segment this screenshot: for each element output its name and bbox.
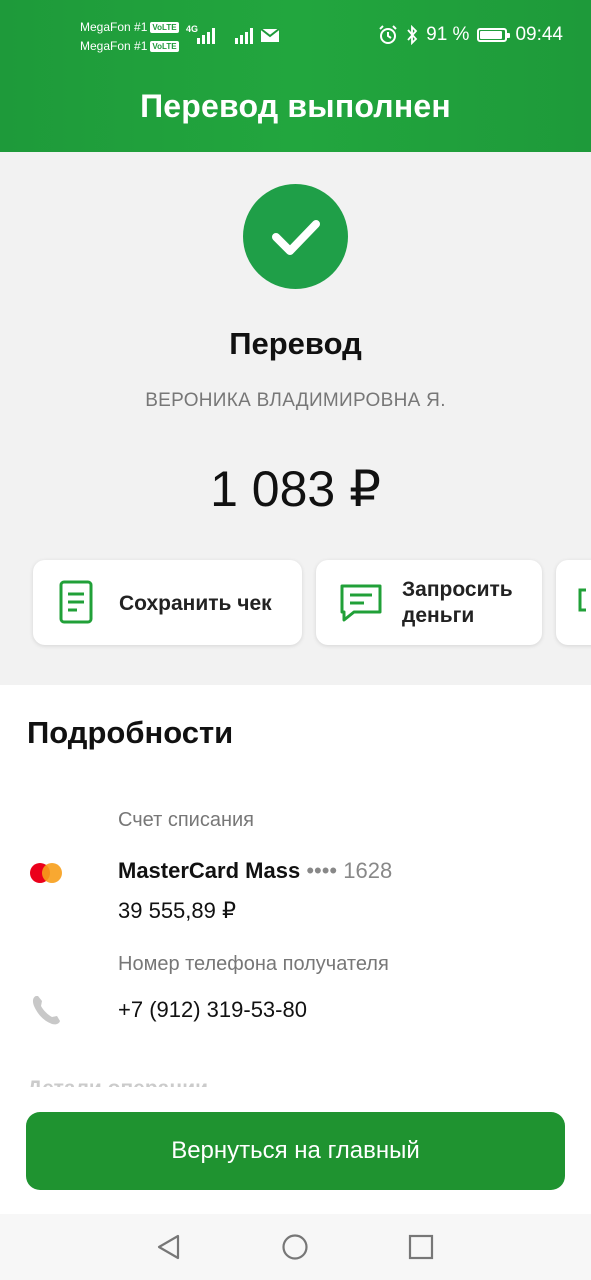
signal-icon <box>197 28 215 44</box>
save-receipt-button[interactable]: Сохранить чек <box>33 560 302 645</box>
request-money-button[interactable]: Запросить деньги <box>316 560 542 645</box>
page-title: Перевод выполнен <box>140 87 451 124</box>
transfer-type: Перевод <box>229 326 362 361</box>
home-nav-icon[interactable] <box>281 1233 309 1261</box>
title-bar: Перевод выполнен <box>0 60 591 152</box>
request-money-line1: Запросить <box>402 578 513 601</box>
carrier-name-2: MegaFon #1 <box>80 39 148 53</box>
clock: 09:44 <box>515 24 563 45</box>
bluetooth-icon <box>407 25 418 45</box>
transfer-amount: 1 083 ₽ <box>210 461 381 517</box>
mastercard-icon <box>30 863 62 883</box>
recipient-phone: +7 (912) 319-53-80 <box>118 997 307 1022</box>
phone-icon <box>32 996 60 1025</box>
alarm-icon <box>379 25 397 44</box>
details-section: Подробности Счет списания MasterCard Mas… <box>0 685 591 1105</box>
request-money-label: Запросить деньги <box>402 577 513 629</box>
volte-badge: VoLTE <box>150 41 179 52</box>
source-account-label: Счет списания <box>118 809 254 831</box>
success-check-icon <box>243 184 348 289</box>
card-number: •••• 1628 <box>306 858 393 883</box>
recipient-name: ВЕРОНИКА ВЛАДИМИРОВНА Я. <box>145 390 446 411</box>
status-right: 91 % 09:44 <box>378 24 563 46</box>
return-home-button[interactable]: Вернуться на главный <box>26 1112 565 1190</box>
battery-percent: 91 % <box>426 24 470 45</box>
header-background: MegaFon #1 VoLTE MegaFon #1 VoLTE 4G 91 % … <box>0 0 591 152</box>
partial-action-icon <box>578 588 586 612</box>
signal-icon-2 <box>235 28 253 44</box>
carrier-info: MegaFon #1 VoLTE MegaFon #1 VoLTE <box>80 18 179 56</box>
battery-fill <box>480 31 503 39</box>
system-nav-bar <box>0 1214 591 1280</box>
recents-nav-icon[interactable] <box>407 1233 435 1261</box>
mail-icon <box>260 28 280 42</box>
footer: Вернуться на главный <box>0 1087 591 1214</box>
receipt-icon <box>59 580 93 624</box>
card-name: MasterCard Mass <box>118 858 301 883</box>
battery-icon <box>477 28 511 42</box>
carrier-name-1: MegaFon #1 <box>80 20 148 34</box>
request-money-line2: деньги <box>402 604 475 627</box>
message-icon <box>340 584 382 622</box>
status-bar: MegaFon #1 VoLTE MegaFon #1 VoLTE 4G 91 % … <box>0 0 591 60</box>
card-balance: 39 555,89 ₽ <box>118 898 236 923</box>
volte-badge: VoLTE <box>150 22 179 33</box>
details-title: Подробности <box>27 715 234 750</box>
back-nav-icon[interactable] <box>155 1233 183 1261</box>
phone-label: Номер телефона получателя <box>118 953 389 975</box>
source-card: MasterCard Mass •••• 1628 <box>118 858 392 884</box>
save-receipt-label: Сохранить чек <box>119 592 272 615</box>
more-action-button[interactable] <box>556 560 591 645</box>
